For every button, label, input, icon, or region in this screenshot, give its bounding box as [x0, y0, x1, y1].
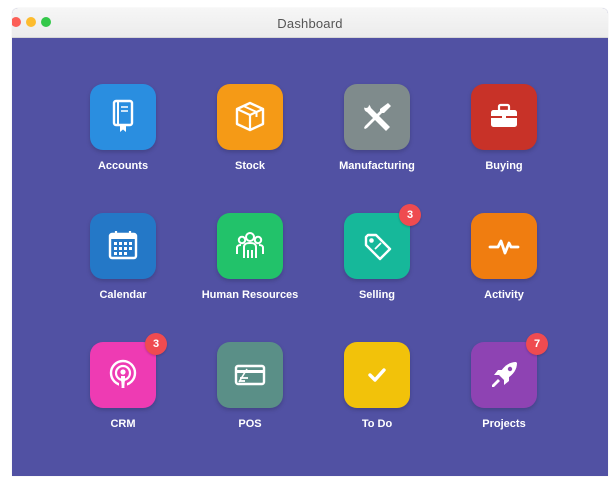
checkmark-icon	[368, 368, 386, 382]
app-activity[interactable]: Activity	[439, 213, 569, 323]
app-stock[interactable]: Stock	[185, 84, 315, 194]
app-crm[interactable]: 3 CRM	[58, 333, 188, 452]
app-label: CRM	[110, 418, 136, 430]
stock-tile[interactable]	[217, 84, 283, 150]
notification-badge: 3	[399, 204, 421, 226]
box-icon	[235, 101, 265, 132]
notification-badge: 7	[526, 333, 548, 355]
crm-tile[interactable]	[90, 342, 156, 408]
projects-tile[interactable]	[471, 342, 537, 408]
app-label: Projects	[482, 418, 526, 430]
app-label: Activity	[484, 289, 524, 301]
app-label: Selling	[358, 289, 396, 301]
podcast-icon	[109, 359, 137, 388]
wrench-screwdriver-icon	[363, 102, 391, 131]
app-calendar[interactable]: Calendar	[58, 213, 188, 323]
app-grid: Accounts Stock Manufacturing Buying Cale…	[12, 38, 608, 476]
app-to-do[interactable]: To Do	[312, 342, 442, 452]
people-group-icon	[236, 232, 264, 258]
ledger-book-icon	[112, 99, 134, 132]
briefcase-icon	[491, 103, 517, 127]
dashboard-window: Dashboard Accounts Stock Manufacturing B…	[12, 8, 608, 476]
to-do-tile[interactable]	[344, 342, 410, 408]
window-title: Dashboard	[277, 16, 343, 31]
app-human-resources[interactable]: Human Resources	[185, 213, 315, 323]
accounts-tile[interactable]	[90, 84, 156, 150]
human-resources-tile[interactable]	[217, 213, 283, 279]
app-selling[interactable]: 3 Selling	[312, 204, 442, 323]
app-accounts[interactable]: Accounts	[58, 84, 188, 194]
app-projects[interactable]: 7 Projects	[439, 333, 569, 452]
buying-tile[interactable]	[471, 84, 537, 150]
credit-card-icon	[234, 364, 266, 386]
app-manufacturing[interactable]: Manufacturing	[312, 84, 442, 194]
app-label: Calendar	[99, 289, 147, 301]
pos-tile[interactable]	[217, 342, 283, 408]
price-tag-icon	[364, 233, 392, 261]
rocket-icon	[492, 362, 517, 387]
selling-tile[interactable]	[344, 213, 410, 279]
notification-badge: 3	[145, 333, 167, 355]
calendar-tile[interactable]	[90, 213, 156, 279]
app-label: Accounts	[97, 160, 149, 172]
app-label: POS	[238, 418, 262, 430]
manufacturing-tile[interactable]	[344, 84, 410, 150]
pulse-icon	[488, 239, 520, 255]
app-label: Stock	[235, 160, 265, 172]
title-bar: Dashboard	[12, 8, 608, 38]
app-label: To Do	[361, 418, 393, 430]
app-buying[interactable]: Buying	[439, 84, 569, 194]
app-label: Manufacturing	[339, 160, 415, 172]
activity-tile[interactable]	[471, 213, 537, 279]
app-pos[interactable]: POS	[185, 342, 315, 452]
app-label: Buying	[485, 160, 523, 172]
app-label: Human Resources	[201, 289, 299, 301]
calendar-icon	[108, 231, 138, 260]
